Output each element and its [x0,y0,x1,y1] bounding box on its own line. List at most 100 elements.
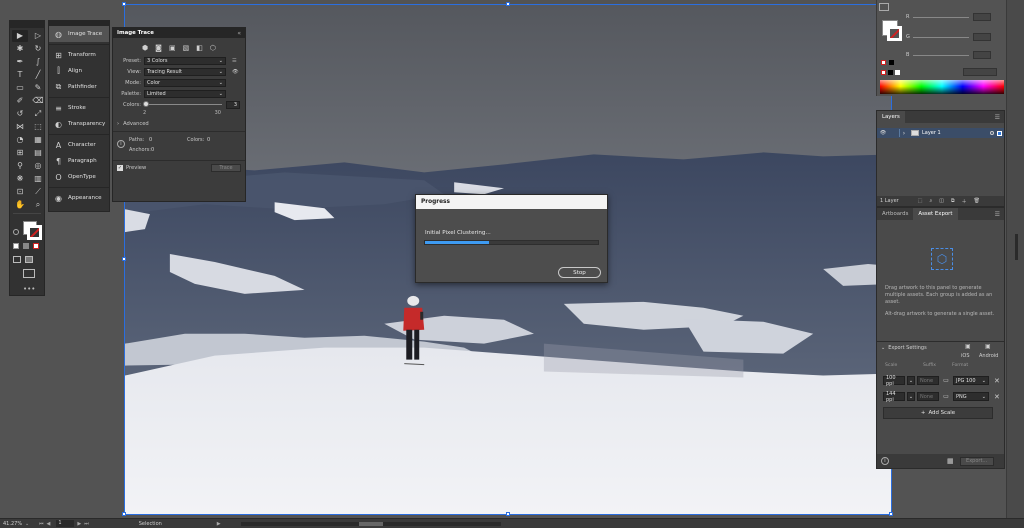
asset-export-menu-icon[interactable]: ☰ [995,208,1004,220]
tab-artboards[interactable]: Artboards [877,208,913,220]
layer-target-icon[interactable] [990,131,994,135]
view-original-eye-icon[interactable]: 👁 [232,69,239,75]
draw-mode-icon[interactable] [13,256,21,263]
none-color-chip[interactable] [881,60,886,65]
grayscale-icon[interactable]: ▧ [183,44,190,52]
b-value-field[interactable] [973,51,991,59]
layer-visibility-eye-icon[interactable]: 👁 [877,130,889,136]
type-tool-icon[interactable]: T [12,69,28,81]
black-color-chip[interactable] [888,70,893,75]
zoom-level[interactable]: 41.27% [3,521,25,527]
dock-item-appearance[interactable]: ◉ Appearance [49,190,109,206]
none-color-chip[interactable] [881,70,886,75]
g-slider[interactable] [913,37,969,38]
auto-color-icon[interactable]: ⬢ [142,44,148,52]
preset-select[interactable]: 3 Colors ⌄ [144,56,226,65]
next-artboard-icon[interactable]: ▶ [77,521,81,527]
edit-toolbar-icon[interactable]: ••• [23,285,35,293]
mesh-tool-icon[interactable]: ⊞ [12,147,28,159]
column-graph-tool-icon[interactable]: ▥ [30,173,46,185]
prev-artboard-icon[interactable]: ◀ [47,521,51,527]
preview-checkbox[interactable]: ✓ [117,164,123,171]
black-color-chip[interactable] [889,60,894,65]
blend-tool-icon[interactable]: ◎ [30,160,46,172]
color-mode-icon[interactable] [13,243,19,249]
export-settings-toggle[interactable]: ⌄ Export Settings [881,345,927,351]
layers-menu-icon[interactable]: ☰ [995,111,1004,123]
dock-item-image-trace[interactable]: ◍ Image Trace [49,26,109,42]
dock-item-paragraph[interactable]: ¶ Paragraph [49,153,109,169]
swap-colors-icon[interactable] [13,229,19,235]
export-for-screens-icon[interactable]: ⬚ [918,198,923,204]
selection-handle[interactable] [506,2,510,6]
fill-mini-swatch[interactable] [879,3,889,11]
lasso-tool-icon[interactable]: ↻ [30,43,46,55]
format-select[interactable]: PNG ⌄ [953,392,989,401]
mode-select[interactable]: Color ⌄ [144,78,226,87]
horizontal-scrollbar-thumb[interactable] [358,521,383,526]
preset-menu-icon[interactable]: ☰ [232,58,237,64]
dock-item-character[interactable]: A Character [49,137,109,153]
colors-slider-thumb[interactable] [143,101,149,107]
selection-handle[interactable] [889,512,893,516]
suffix-field[interactable]: None [917,376,939,385]
direct-selection-tool-icon[interactable]: ▷ [30,30,46,42]
eyedropper-tool-icon[interactable]: ⚲ [12,160,28,172]
shaper-tool-icon[interactable]: ✐ [12,95,28,107]
r-slider[interactable] [913,17,969,18]
width-tool-icon[interactable]: ⋈ [12,121,28,133]
dock-item-pathfinder[interactable]: ⧉ Pathfinder [49,79,109,95]
trace-button[interactable]: Trace [211,163,241,172]
folder-icon[interactable]: ▭ [941,377,951,384]
remove-scale-icon[interactable]: ✕ [994,377,1000,385]
view-select[interactable]: Tracing Result ⌄ [144,67,226,76]
g-value-field[interactable] [973,33,991,41]
scale-tool-icon[interactable]: ⤢ [30,108,46,120]
tab-asset-export[interactable]: Asset Export [913,208,958,220]
zoom-dropdown-icon[interactable]: ⌄ [25,521,33,527]
artboard-number-field[interactable]: 1 [56,520,75,527]
selection-handle[interactable] [122,2,126,6]
magic-wand-tool-icon[interactable]: ✱ [12,43,28,55]
scale-field[interactable]: 100 ppi [883,375,905,387]
black-white-icon[interactable]: ◧ [196,44,203,52]
screen-mode-icon[interactable] [23,269,35,278]
outline-icon[interactable]: ⬡ [210,44,216,52]
zoom-tool-icon[interactable]: ⌕ [30,199,46,211]
format-select[interactable]: JPG 100 ⌄ [953,376,989,385]
export-button[interactable]: Export... [959,456,994,466]
selection-handle[interactable] [122,512,126,516]
dock-item-transparency[interactable]: ◐ Transparency [49,116,109,132]
dock-item-opentype[interactable]: O OpenType [49,169,109,185]
gradient-mode-icon[interactable] [23,243,29,249]
android-preset-label[interactable]: Android [979,353,998,359]
scale-field[interactable]: 144 ppi [883,391,905,403]
tab-layers[interactable]: Layers [877,111,905,123]
selection-tool-icon[interactable]: ▶ [12,30,28,42]
new-sublayer-icon[interactable]: ⧉ [951,198,955,204]
add-scale-button[interactable]: + Add Scale [883,407,993,419]
artboard-tool-icon[interactable]: ⊡ [12,186,28,198]
locate-object-icon[interactable]: ⌕ [929,198,932,204]
rectangle-tool-icon[interactable]: ▭ [12,82,28,94]
gradient-tool-icon[interactable]: ▤ [30,147,46,159]
export-preset-icon[interactable]: ▦ [947,457,954,465]
first-artboard-icon[interactable]: ⏮ [39,521,44,527]
clipping-mask-icon[interactable]: ◫ [939,198,944,204]
info-icon[interactable]: i [881,457,889,465]
r-value-field[interactable] [973,13,991,21]
high-color-icon[interactable]: ◙ [155,44,162,52]
last-artboard-icon[interactable]: ⏭ [84,521,89,527]
image-trace-tab[interactable]: Image Trace [117,30,154,36]
line-segment-tool-icon[interactable]: ╱ [30,69,46,81]
draw-behind-icon[interactable] [25,256,33,263]
color-stroke-swatch[interactable] [887,26,902,41]
scale-dropdown[interactable]: ⌄ [907,376,915,385]
folder-icon[interactable]: ▭ [941,393,951,400]
selection-handle[interactable] [506,512,510,516]
curvature-tool-icon[interactable]: ∫ [30,56,46,68]
scale-dropdown[interactable]: ⌄ [907,392,915,401]
hex-field[interactable] [963,68,997,76]
android-preset-icon[interactable]: ▣ [985,343,991,350]
perspective-grid-tool-icon[interactable]: ▦ [30,134,46,146]
